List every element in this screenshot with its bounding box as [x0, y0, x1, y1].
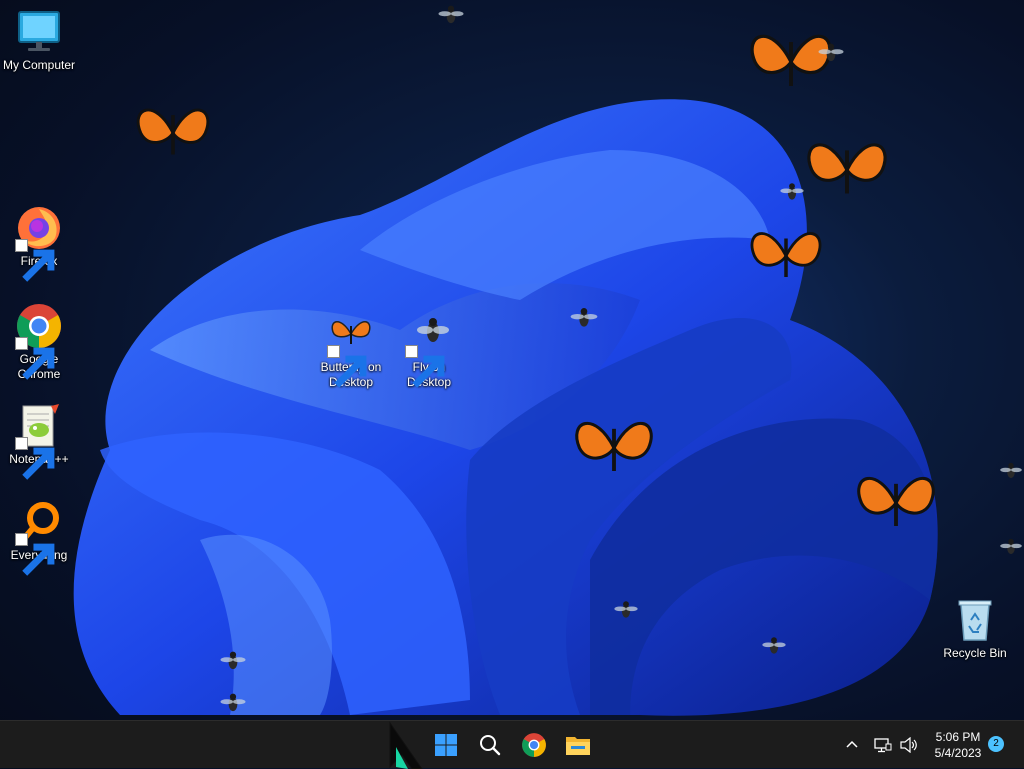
desktop-icon-recycle-bin[interactable]: Recycle Bin — [936, 596, 1014, 661]
system-clock[interactable]: 5:06 PM 5/4/2023 — [924, 729, 992, 761]
butterfly-sprite — [128, 90, 218, 176]
desktop-icon-firefox[interactable]: Firefox — [0, 204, 78, 282]
clock-date: 5/4/2023 — [934, 746, 982, 760]
monitor-icon — [18, 11, 60, 51]
shortcut-arrow-icon — [15, 533, 55, 576]
butterfly-sprite — [800, 115, 894, 225]
fly-sprite — [778, 178, 806, 206]
recycle-bin-icon — [958, 600, 992, 641]
desktop-icon-google-chrome[interactable]: Google Chrome — [0, 302, 78, 382]
taskbar-file-explorer-button[interactable] — [560, 727, 596, 763]
butterfly-sprite — [850, 448, 942, 558]
desktop-icon-butterfly-on-desktop[interactable]: Butterfly on Desktop — [312, 310, 390, 390]
shortcut-arrow-icon — [327, 345, 367, 388]
butterfly-sprite — [568, 392, 660, 504]
shortcut-arrow-icon — [15, 437, 55, 480]
chevron-up-icon — [846, 740, 858, 748]
fly-sprite — [216, 646, 250, 676]
fly-sprite — [816, 38, 846, 68]
taskbar: 5:06 PM 5/4/2023 — [0, 720, 1024, 769]
fly-sprite — [568, 302, 600, 334]
shortcut-arrow-icon — [15, 337, 55, 380]
butterfly-sprite — [728, 214, 844, 298]
taskbar-search-button[interactable] — [472, 727, 508, 763]
fly-sprite — [760, 632, 788, 660]
desktop-icon-notepadpp[interactable]: Notepad++ — [0, 402, 78, 480]
chrome-icon — [522, 733, 546, 757]
search-icon — [480, 735, 501, 756]
desktop-icon-label: Recycle Bin — [943, 646, 1007, 660]
desktop-icon-my-computer[interactable]: My Computer — [0, 8, 78, 73]
shortcut-arrow-icon — [15, 239, 55, 282]
fly-sprite — [998, 456, 1024, 486]
clock-time: 5:06 PM — [935, 730, 981, 744]
network-status-button[interactable] — [870, 721, 896, 769]
desktop-icon-fly-on-desktop[interactable]: Fly on Desktop — [390, 310, 468, 390]
start-button[interactable] — [428, 727, 464, 763]
desktop-icon-everything[interactable]: Everything — [0, 498, 78, 576]
taskbar-chrome-button[interactable] — [516, 727, 552, 763]
file-explorer-icon — [566, 737, 590, 755]
tray-overflow-button[interactable] — [840, 721, 864, 769]
fly-sprite — [612, 596, 640, 624]
mouse-pointer-icon — [389, 721, 423, 769]
notification-badge[interactable]: 2 — [988, 736, 1004, 752]
network-icon — [874, 738, 892, 753]
volume-icon — [900, 737, 917, 753]
volume-button[interactable] — [896, 721, 922, 769]
shortcut-arrow-icon — [405, 345, 445, 388]
fly-sprite — [436, 0, 466, 30]
fly-sprite — [998, 532, 1024, 562]
windows-start-icon — [435, 734, 457, 756]
desktop-icon-label: My Computer — [2, 58, 76, 72]
fly-sprite — [218, 688, 248, 718]
